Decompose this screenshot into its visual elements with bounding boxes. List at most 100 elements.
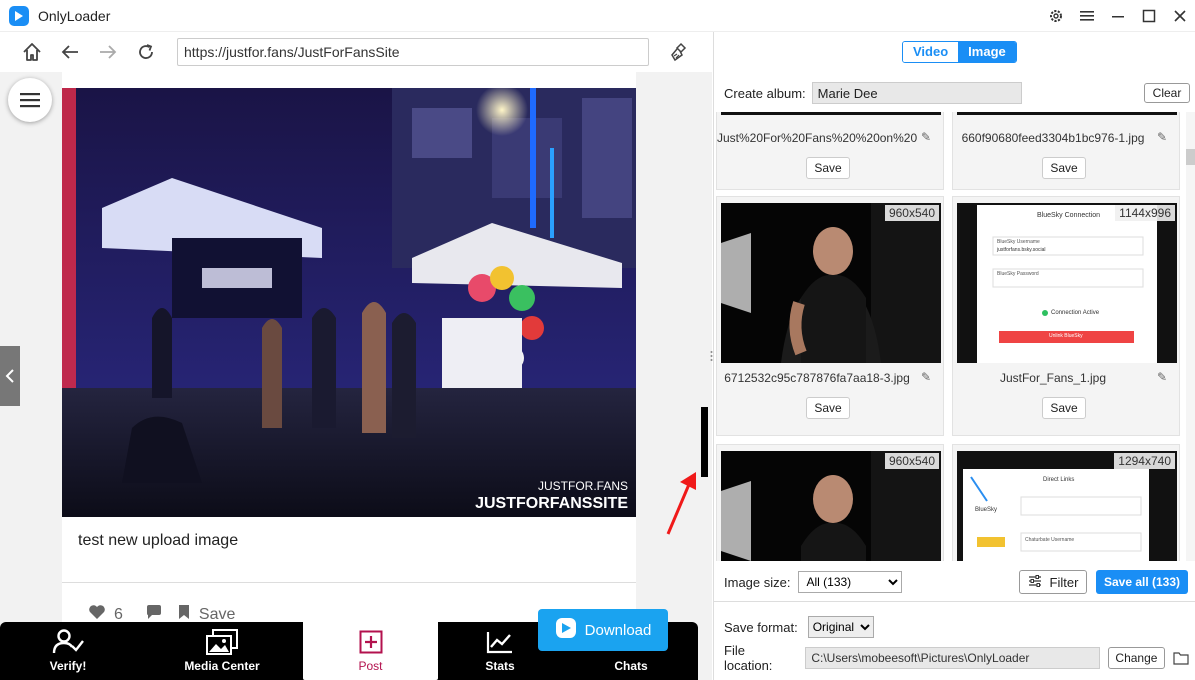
create-album-label: Create album: [724, 85, 806, 101]
nav-stats[interactable]: Stats [470, 622, 530, 680]
download-panel: Video Image Create album: Clear Just%20F… [710, 32, 1195, 680]
file-location-label: File location: [724, 643, 773, 673]
image-item[interactable]: 660f90680feed3304b1bc976-1.jpg ✎ Save [952, 112, 1180, 190]
image-size-row: Image size: All (133) Filter Save all (1… [724, 569, 1190, 595]
download-button[interactable]: Download [538, 609, 668, 651]
web-page: JUSTFOR.FANS JUSTFORFANSSITE test new up… [0, 72, 712, 680]
refresh-icon[interactable] [127, 33, 165, 71]
filter-button[interactable]: Filter [1019, 570, 1087, 594]
post-image[interactable]: JUSTFOR.FANS JUSTFORFANSSITE [62, 88, 636, 517]
image-item[interactable]: 960x540 [716, 444, 944, 561]
pencil-icon[interactable]: ✎ [1157, 130, 1167, 144]
post-caption: test new upload image [78, 532, 239, 549]
save-all-button[interactable]: Save all (133) [1096, 570, 1188, 594]
resize-handle[interactable] [701, 407, 708, 477]
screenshot-password-label: BlueSky Password [997, 271, 1039, 277]
save-format-row: Save format: Original [724, 615, 874, 639]
nav-verify-label: Verify! [49, 659, 87, 673]
nav-chats-label: Chats [614, 659, 648, 673]
nav-verify[interactable]: Verify! [28, 622, 108, 680]
nav-media-center-label: Media Center [184, 659, 260, 673]
back-arrow-icon[interactable] [51, 33, 89, 71]
clear-button[interactable]: Clear [1144, 83, 1190, 103]
tab-image[interactable]: Image [958, 42, 1016, 62]
nav-post[interactable]: Post [303, 615, 438, 680]
image-size-label: Image size: [724, 574, 791, 590]
album-row: Create album: Clear [724, 81, 1190, 105]
thumbnail: 960x540 [721, 203, 941, 363]
minimize-icon[interactable] [1102, 0, 1133, 32]
menu-icon[interactable] [1071, 0, 1102, 32]
image-size-select[interactable]: All (133) [798, 571, 903, 593]
nav-post-label: Post [358, 659, 383, 673]
screenshot-unlink: Unlink BlueSky [1049, 333, 1083, 339]
screenshot-connection-status: Connection Active [1051, 310, 1100, 316]
image-dimensions: 1294x740 [1114, 453, 1175, 469]
file-location-input[interactable] [805, 647, 1100, 669]
post-divider [62, 582, 636, 583]
image-item[interactable]: 960x540 6712532c95c787876fa7aa18-3.jpg ✎… [716, 196, 944, 436]
like-count: 6 [114, 605, 123, 623]
media-type-tabs: Video Image [902, 41, 1017, 63]
scrollbar-thumb[interactable] [1186, 149, 1195, 165]
broom-icon[interactable] [663, 37, 693, 67]
screenshot-bluesky-label: BlueSky [975, 507, 998, 513]
browser-toolbar [0, 32, 712, 72]
image-filename: 660f90680feed3304b1bc976-1.jpg [961, 131, 1145, 145]
chart-line-icon [486, 629, 514, 655]
watermark-line-2: JUSTFORFANSSITE [475, 495, 628, 512]
user-check-icon [52, 629, 84, 655]
image-save-button[interactable]: Save [806, 397, 850, 419]
title-bar: OnlyLoader [0, 0, 1195, 32]
album-input[interactable] [811, 82, 1022, 104]
drag-dots[interactable] [710, 350, 713, 362]
plus-square-icon [359, 629, 383, 655]
change-location-button[interactable]: Change [1107, 647, 1166, 669]
image-item[interactable]: Just%20For%20Fans%20%20on%20 ✎ Save [716, 112, 944, 190]
image-save-button[interactable]: Save [1042, 397, 1086, 419]
grid-scrollbar[interactable] [1186, 112, 1195, 561]
image-item[interactable]: BlueSky Connection BlueSky Username just… [952, 196, 1180, 436]
pencil-icon[interactable]: ✎ [921, 130, 931, 144]
nav-media-center[interactable]: Media Center [172, 622, 272, 680]
sliders-icon [1028, 574, 1042, 590]
image-filename: JustFor_Fans_1.jpg [999, 371, 1107, 385]
pencil-icon[interactable]: ✎ [1157, 370, 1167, 384]
post-save-label[interactable]: Save [199, 606, 235, 624]
screenshot-title: BlueSky Connection [1037, 212, 1101, 219]
url-input[interactable] [177, 38, 649, 66]
download-logo-icon [555, 617, 577, 643]
image-filename: 6712532c95c787876fa7aa18-3.jpg [724, 371, 910, 385]
save-format-label: Save format: [724, 619, 798, 635]
forward-arrow-icon[interactable] [89, 33, 127, 71]
screenshot-username-value: justforfans.bsky.social [997, 247, 1046, 253]
onlyloader-window: OnlyLoader https://justfor.fans/JustForF… [0, 0, 1195, 680]
close-icon[interactable] [1164, 0, 1195, 32]
file-location-row: File location: Change [724, 643, 1190, 673]
download-label: Download [584, 621, 652, 639]
panel-divider [714, 601, 1195, 602]
tab-video[interactable]: Video [903, 42, 959, 62]
image-filename: Just%20For%20Fans%20%20on%20 [717, 131, 917, 145]
image-dimensions: 960x540 [884, 205, 939, 221]
app-title: OnlyLoader [38, 7, 111, 24]
nav-stats-label: Stats [485, 659, 515, 673]
image-save-button[interactable]: Save [1042, 157, 1086, 179]
save-format-select[interactable]: Original [807, 616, 874, 638]
home-icon[interactable] [13, 33, 51, 71]
hamburger-menu-button[interactable] [8, 78, 52, 122]
maximize-icon[interactable] [1133, 0, 1164, 32]
image-save-button[interactable]: Save [806, 157, 850, 179]
gear-icon[interactable] [1040, 0, 1071, 32]
screenshot-username-label: BlueSky Username [997, 239, 1040, 245]
pencil-icon[interactable]: ✎ [921, 370, 931, 384]
images-icon [206, 629, 238, 655]
image-dimensions: 960x540 [884, 453, 939, 469]
window-controls [1040, 0, 1195, 32]
thumbnail: Direct Links BlueSky Chaturbate Username… [957, 451, 1177, 561]
image-grid: Just%20For%20Fans%20%20on%20 ✎ Save 660f… [714, 112, 1186, 561]
image-item[interactable]: Direct Links BlueSky Chaturbate Username… [952, 444, 1180, 561]
previous-arrow-button[interactable] [0, 346, 20, 406]
folder-icon[interactable] [1172, 649, 1190, 667]
red-arrow-annotation [662, 468, 706, 538]
